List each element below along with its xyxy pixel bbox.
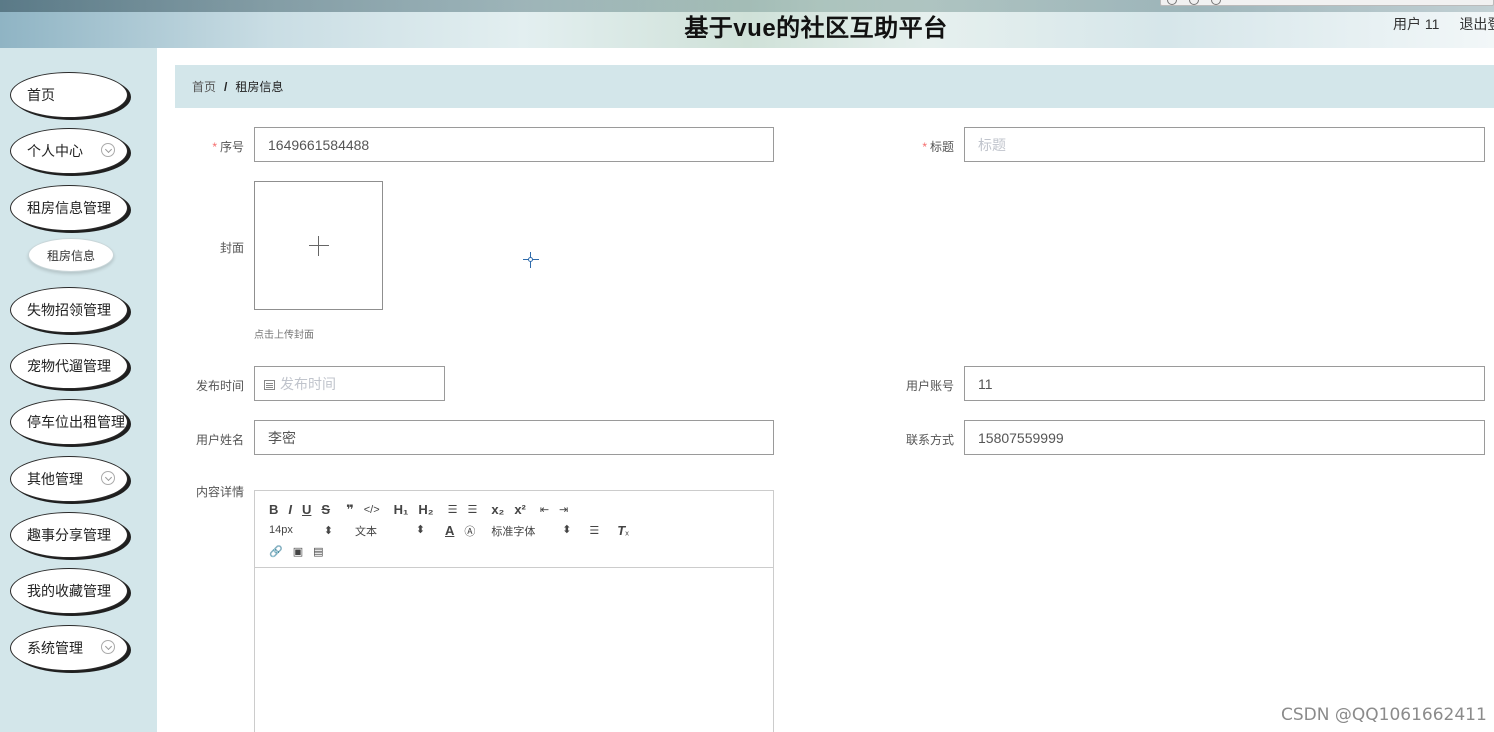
- cover-upload-hint: 点击上传封面: [254, 330, 314, 341]
- serial-label-text: 序号: [219, 140, 244, 154]
- publish-time-placeholder: 发布时间: [280, 375, 336, 392]
- sidebar-item-parking-rental[interactable]: 停车位出租管理: [10, 399, 128, 445]
- editor-content-area[interactable]: [255, 568, 773, 732]
- cover-label: 封面: [219, 241, 244, 255]
- blockquote-button[interactable]: ❞: [346, 502, 354, 518]
- top-header: 基于vue的社区互助平台 用户 11 退出登录: [0, 0, 1494, 48]
- indent-button[interactable]: ⇥: [559, 503, 568, 516]
- strikethrough-button[interactable]: S: [321, 502, 330, 517]
- name-input[interactable]: 李密: [254, 420, 774, 455]
- breadcrumb-current: 租房信息: [235, 80, 284, 94]
- title-input[interactable]: 标题: [964, 127, 1485, 162]
- align-button[interactable]: ☰: [589, 524, 599, 537]
- select-arrows-icon: ⬍: [415, 523, 425, 536]
- breadcrumb-separator: /: [224, 79, 228, 94]
- publish-time-label: 发布时间: [195, 379, 244, 393]
- logout-link[interactable]: 退出登录: [1459, 16, 1494, 32]
- ordered-list-button[interactable]: ☰: [448, 503, 458, 516]
- name-label: 用户姓名: [195, 433, 244, 447]
- font-size-value: 14px: [269, 524, 293, 536]
- publish-time-picker[interactable]: 发布时间: [254, 366, 445, 401]
- heading1-button[interactable]: H₁: [394, 502, 409, 517]
- clear-format-button[interactable]: Tₓ: [617, 523, 629, 538]
- sidebar-item-label: 个人中心: [27, 143, 83, 159]
- chevron-down-icon: [101, 143, 115, 157]
- contact-label: 联系方式: [905, 433, 954, 447]
- image-icon[interactable]: ▣: [293, 545, 303, 558]
- cover-upload-button[interactable]: [254, 181, 383, 310]
- chevron-down-icon: [101, 640, 115, 654]
- plus-icon: [309, 245, 329, 246]
- font-color-button[interactable]: A: [445, 523, 454, 538]
- select-arrows-icon: ⬍: [323, 525, 333, 537]
- plus-icon-vertical: [318, 236, 319, 256]
- sidebar-item-label: 停车位出租管理: [27, 414, 125, 430]
- editor-toolbar: B I U S ❞ </> H₁ H₂ ☰ ☰ x₂ x² ⇤ ⇥ 14px ⬍ …: [255, 491, 773, 568]
- crosshair-cursor-icon: [523, 252, 539, 268]
- chevron-down-icon: [101, 471, 115, 485]
- breadcrumb: 首页 / 租房信息: [175, 65, 1494, 108]
- serial-label: * 序号: [190, 138, 244, 155]
- outdent-button[interactable]: ⇤: [540, 503, 549, 516]
- sidebar-item-fun-share[interactable]: 趣事分享管理: [10, 512, 128, 558]
- underline-button[interactable]: U: [302, 502, 311, 517]
- sidebar-item-personal-center[interactable]: 个人中心: [10, 128, 128, 174]
- text-type-value: 文本: [355, 525, 377, 538]
- select-arrows-icon: ⬍: [562, 523, 572, 536]
- bold-button[interactable]: B: [269, 502, 278, 517]
- account-input[interactable]: 11: [964, 366, 1485, 401]
- contact-input[interactable]: 15807559999: [964, 420, 1485, 455]
- sidebar-item-favorites[interactable]: 我的收藏管理: [10, 568, 128, 614]
- content-label: 内容详情: [195, 485, 244, 499]
- site-title: 基于vue的社区互助平台: [684, 15, 948, 42]
- link-icon[interactable]: 🔗: [269, 545, 283, 558]
- username-label: 用户 11: [1393, 16, 1440, 32]
- background-color-button[interactable]: Ⓐ: [464, 523, 475, 539]
- required-mark: *: [212, 140, 217, 154]
- code-block-button[interactable]: </>: [364, 504, 380, 516]
- sidebar-item-other[interactable]: 其他管理: [10, 456, 128, 502]
- superscript-button[interactable]: x²: [514, 502, 526, 517]
- video-icon[interactable]: ▤: [313, 545, 323, 558]
- required-mark: *: [922, 140, 927, 154]
- bullet-list-button[interactable]: ☰: [467, 503, 477, 516]
- sidebar-item-label: 失物招领管理: [27, 302, 111, 318]
- sidebar-item-lost-found[interactable]: 失物招领管理: [10, 287, 128, 333]
- sidebar-item-label: 趣事分享管理: [27, 527, 111, 543]
- italic-button[interactable]: I: [288, 502, 292, 517]
- text-type-select[interactable]: 文本 ⬍: [355, 523, 425, 539]
- title-label-text: 标题: [929, 140, 954, 154]
- sidebar-item-label: 首页: [27, 87, 55, 103]
- subscript-button[interactable]: x₂: [491, 502, 504, 517]
- heading2-button[interactable]: H₂: [418, 502, 433, 517]
- sidebar-item-system[interactable]: 系统管理: [10, 625, 128, 671]
- sidebar-item-rental-management[interactable]: 租房信息管理: [10, 185, 128, 231]
- sidebar-item-label: 系统管理: [27, 640, 83, 656]
- sidebar-item-label: 宠物代遛管理: [27, 358, 111, 374]
- font-family-value: 标准字体: [491, 525, 536, 538]
- account-label: 用户账号: [905, 379, 954, 393]
- user-info: 用户 11 退出登录: [1393, 14, 1494, 34]
- font-size-select[interactable]: 14px ⬍: [269, 524, 339, 537]
- sidebar-item-home[interactable]: 首页: [10, 72, 128, 118]
- watermark: CSDN @QQ1061662411: [1281, 705, 1487, 725]
- sidebar-item-label: 租房信息管理: [27, 200, 111, 216]
- sidebar-subitem-rental-info[interactable]: 租房信息: [28, 238, 114, 272]
- sidebar-item-pet-walking[interactable]: 宠物代遛管理: [10, 343, 128, 389]
- breadcrumb-home[interactable]: 首页: [192, 78, 216, 95]
- serial-input[interactable]: 1649661584488: [254, 127, 774, 162]
- title-label: * 标题: [900, 138, 954, 155]
- sidebar-item-label: 租房信息: [46, 248, 95, 263]
- sidebar-item-label: 我的收藏管理: [27, 583, 111, 599]
- calendar-icon: [264, 379, 275, 390]
- sidebar-item-label: 其他管理: [27, 471, 83, 487]
- font-family-select[interactable]: 标准字体 ⬍: [491, 523, 571, 539]
- browser-toolbar: [1160, 0, 1494, 6]
- rich-text-editor: B I U S ❞ </> H₁ H₂ ☰ ☰ x₂ x² ⇤ ⇥ 14px ⬍ …: [254, 490, 774, 732]
